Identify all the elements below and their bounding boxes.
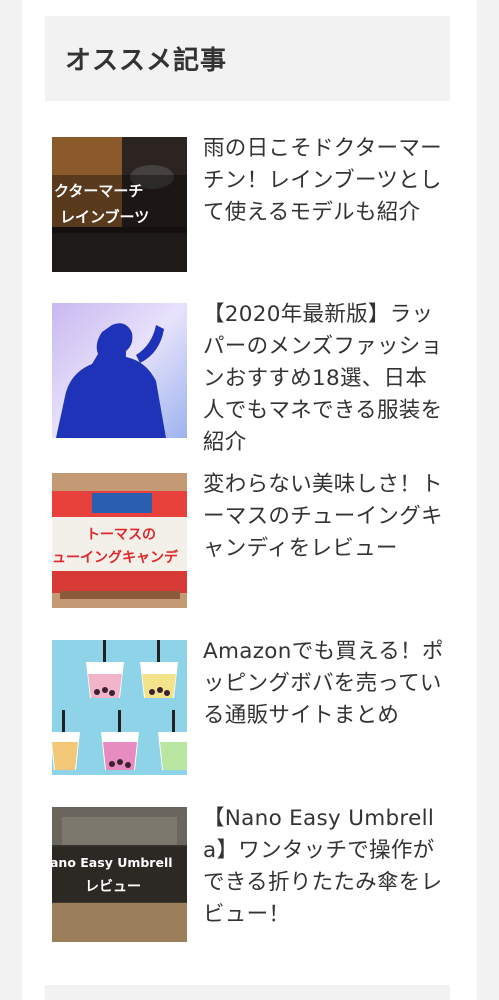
article-item-2[interactable]: 【2020年最新版】ラッパーのメンズファッションおすすめ18選、日本人でもマネで…: [52, 302, 462, 459]
svg-text:トーマスの: トーマスの: [86, 527, 156, 543]
article-item-4[interactable]: Amazonでも買える！ポッピングボバを売っている通販サイトまとめ: [52, 639, 462, 775]
article-title[interactable]: 【2020年最新版】ラッパーのメンズファッションおすすめ18選、日本人でもマネで…: [203, 299, 447, 459]
umbrella-box-photo-icon[interactable]: ano Easy Umbrell レビュー: [52, 807, 187, 942]
candy-package-icon[interactable]: トーマスの ューイングキャンデ: [52, 473, 187, 608]
svg-text:ano Easy Umbrell: ano Easy Umbrell: [52, 855, 173, 870]
article-title[interactable]: 雨の日こそドクターマーチン！レインブーツとして使えるモデルも紹介: [203, 133, 447, 272]
article-title[interactable]: 変わらない美味しさ！トーマスのチューイングキャンディをレビュー: [203, 469, 447, 608]
article-item-3[interactable]: トーマスの ューイングキャンデ 変わらない美味しさ！トーマスのチューイングキャン…: [52, 472, 462, 608]
svg-text:レビュー: レビュー: [85, 879, 141, 895]
article-item-5[interactable]: ano Easy Umbrell レビュー 【Nano Easy Umbrell…: [52, 806, 462, 942]
rapper-silhouette-icon[interactable]: [52, 303, 187, 438]
svg-text:クターマーチ: クターマーチ: [54, 182, 143, 200]
bubble-tea-cups-icon[interactable]: [52, 640, 187, 775]
svg-text:ューイングキャンデ: ューイングキャンデ: [52, 549, 179, 566]
svg-text:レインブーツ: レインブーツ: [60, 208, 149, 226]
article-title[interactable]: 【Nano Easy Umbrella】ワンタッチで操作ができる折りたたみ傘をレ…: [203, 803, 447, 942]
sidebar-card: オススメ記事 クターマーチ レインブーツ 雨の日こそドクターマーチン！レインブー…: [22, 0, 477, 1000]
article-title[interactable]: Amazonでも買える！ポッピングボバを売っている通販サイトまとめ: [203, 636, 447, 775]
next-widget-header: [45, 985, 450, 1000]
rain-boots-photo-icon[interactable]: クターマーチ レインブーツ: [52, 137, 187, 272]
widget-title: オススメ記事: [45, 16, 450, 101]
article-item-1[interactable]: クターマーチ レインブーツ 雨の日こそドクターマーチン！レインブーツとして使える…: [52, 136, 462, 272]
